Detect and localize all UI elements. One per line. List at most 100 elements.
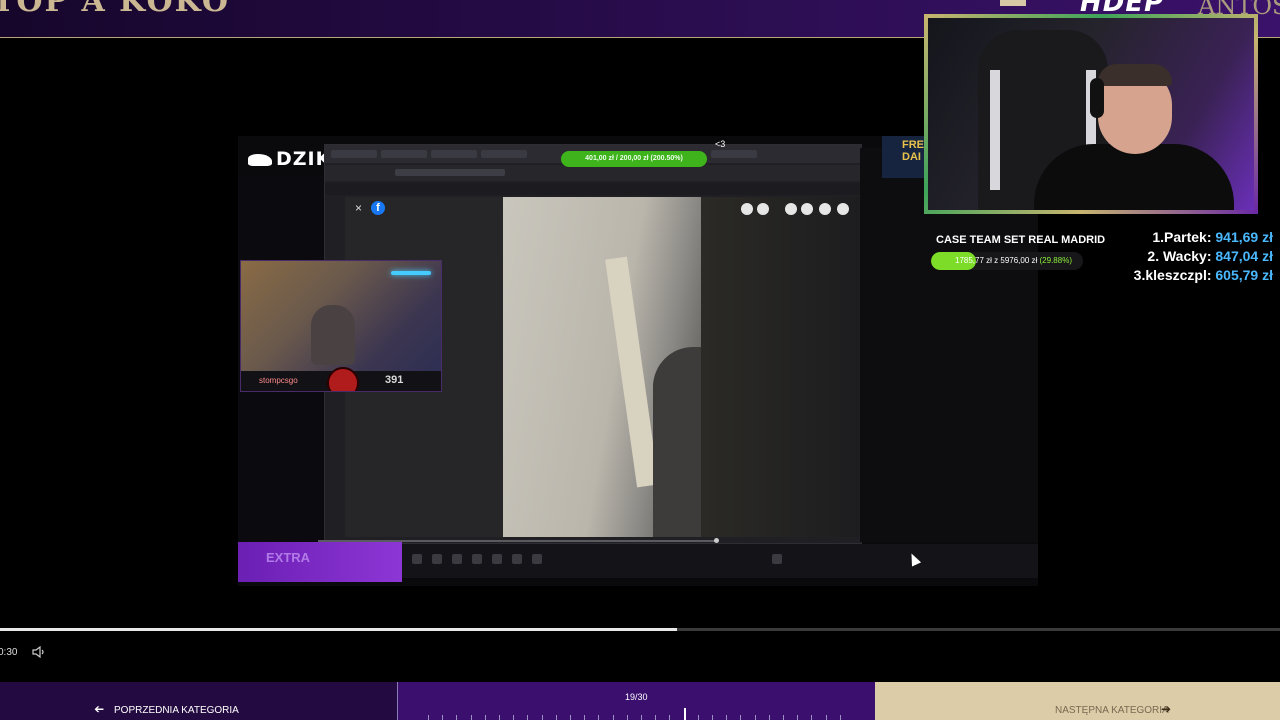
streamer-webcam xyxy=(924,14,1258,214)
video-control-icon xyxy=(741,203,753,215)
leaderboard-amount: 605,79 zł xyxy=(1215,267,1273,283)
leaderboard-rank: 2. xyxy=(1147,248,1160,264)
leaderboard-name: Wacky: xyxy=(1162,248,1212,264)
category-tick xyxy=(768,715,770,720)
leaderboard-name: kleszczpl: xyxy=(1145,267,1212,283)
video-control-icon xyxy=(819,203,831,215)
leaderboard-name: Partek: xyxy=(1164,229,1212,245)
neon-light xyxy=(391,271,431,275)
arrow-left-icon: ➔ xyxy=(94,702,105,716)
donor-leaderboard: 1.Partek: 941,69 zł 2. Wacky: 847,04 zł … xyxy=(1134,228,1273,285)
taskbar-icon xyxy=(772,554,782,564)
category-tick xyxy=(570,715,571,720)
promo-banner: EXTRA xyxy=(238,542,402,582)
browser-tab xyxy=(381,150,427,158)
category-tick xyxy=(584,715,586,720)
address-bar xyxy=(325,165,861,181)
category-tick xyxy=(825,715,827,720)
clip-video[interactable]: DZIK 401,00 zł / 200,00 zł (200.50%) <3 … xyxy=(238,136,1038,586)
chair-stripe xyxy=(990,70,1000,190)
channel-badge-icon xyxy=(327,367,359,391)
taskbar-icon xyxy=(432,554,442,564)
video-control-icon xyxy=(757,203,769,215)
category-tick xyxy=(484,715,486,720)
category-tick xyxy=(839,715,841,720)
inner-cam-handle: stompcsgo xyxy=(259,376,298,385)
facebook-icon: f xyxy=(371,201,385,215)
category-tick xyxy=(470,715,472,720)
category-tick xyxy=(783,715,784,720)
banner-title: TOP A KOKO xyxy=(0,0,230,19)
category-tick xyxy=(754,715,756,720)
clip-progress-dot xyxy=(714,538,719,543)
category-tick xyxy=(811,715,813,720)
category-tick xyxy=(513,715,515,720)
case-team-title: CASE TEAM SET REAL MADRID xyxy=(936,234,1106,246)
door-shape xyxy=(605,256,659,488)
case-team-progress-text: 1785,77 zł z 5976,00 zł (29.88%) xyxy=(955,256,1072,265)
category-tick xyxy=(740,715,742,720)
category-tick xyxy=(669,715,671,720)
browser-tab xyxy=(481,150,527,158)
heart-text: <3 xyxy=(715,139,726,149)
category-tick xyxy=(555,715,557,720)
person-shape xyxy=(311,305,355,365)
taskbar-icon xyxy=(452,554,462,564)
category-tick-current xyxy=(683,708,686,720)
figure-shape xyxy=(653,347,701,537)
video-control-icon xyxy=(837,203,849,215)
video-control-icon xyxy=(785,203,797,215)
stream-player: TOP A KOKO HDEP ANTOS DZIK 401,00 zł / 2… xyxy=(0,0,1280,720)
case-progress-percent: (29.88%) xyxy=(1039,256,1072,265)
next-category-label: NASTĘPNA KATEGORIA xyxy=(1055,705,1169,716)
volume-icon[interactable] xyxy=(32,646,46,658)
url-field xyxy=(395,169,505,176)
dzik-logo: DZIK xyxy=(248,148,331,170)
leaderboard-rank: 1. xyxy=(1152,229,1165,245)
leaderboard-amount: 847,04 zł xyxy=(1215,248,1273,264)
browser-tab xyxy=(331,150,377,158)
player-time: 0:30 xyxy=(0,647,18,658)
streamer-body xyxy=(1034,144,1234,210)
previous-category-label: POPRZEDNIA KATEGORIA xyxy=(114,705,239,716)
category-tick xyxy=(428,715,429,720)
taskbar-icon xyxy=(532,554,542,564)
category-tick xyxy=(541,715,543,720)
category-tick xyxy=(712,715,713,720)
category-tick xyxy=(797,715,799,720)
video-frame xyxy=(503,197,701,537)
donation-goal-bar: 401,00 zł / 200,00 zł (200.50%) xyxy=(561,151,707,167)
category-tick xyxy=(626,715,628,720)
leaderboard-row: 2. Wacky: 847,04 zł xyxy=(1134,247,1273,266)
browser-tab xyxy=(711,150,757,158)
category-tick xyxy=(598,715,600,720)
headphone-shape xyxy=(1090,78,1104,118)
arrow-right-icon: ➔ xyxy=(1161,702,1172,716)
leaderboard-amount: 941,69 zł xyxy=(1215,229,1273,245)
category-counter-text: 19/30 xyxy=(625,692,648,702)
case-progress-amount: 1785,77 zł z 5976,00 zł xyxy=(955,256,1038,265)
taskbar-icon xyxy=(412,554,422,564)
category-tick xyxy=(456,715,458,720)
taskbar-icon xyxy=(472,554,482,564)
inner-cam-bar: stompcsgo 391 xyxy=(241,367,441,391)
taskbar-icon xyxy=(492,554,502,564)
category-navigation: ➔ POPRZEDNIA KATEGORIA 19/30 NASTĘPNA KA… xyxy=(0,682,1280,720)
inner-streamer-cam: stompcsgo 391 xyxy=(240,260,442,392)
taskbar xyxy=(402,544,1038,578)
case-team-progress-bar: 1785,77 zł z 5976,00 zł (29.88%) xyxy=(931,252,1083,270)
category-tick xyxy=(527,715,529,720)
close-icon: × xyxy=(355,201,363,215)
category-tick xyxy=(612,715,614,720)
next-category-button[interactable]: NASTĘPNA KATEGORIA ➔ xyxy=(875,682,1280,720)
category-tick xyxy=(641,715,642,720)
previous-category-button[interactable]: ➔ POPRZEDNIA KATEGORIA xyxy=(0,682,397,720)
category-tick xyxy=(442,715,444,720)
player-progress-bar[interactable] xyxy=(0,628,1280,631)
leaderboard-row: 3.kleszczpl: 605,79 zł xyxy=(1134,266,1273,285)
free-daily-badge: FRE DAI xyxy=(882,136,928,178)
streamer-hair xyxy=(1098,64,1172,86)
browser-tab xyxy=(431,150,477,158)
category-tick xyxy=(726,715,728,720)
video-control-icon xyxy=(801,203,813,215)
